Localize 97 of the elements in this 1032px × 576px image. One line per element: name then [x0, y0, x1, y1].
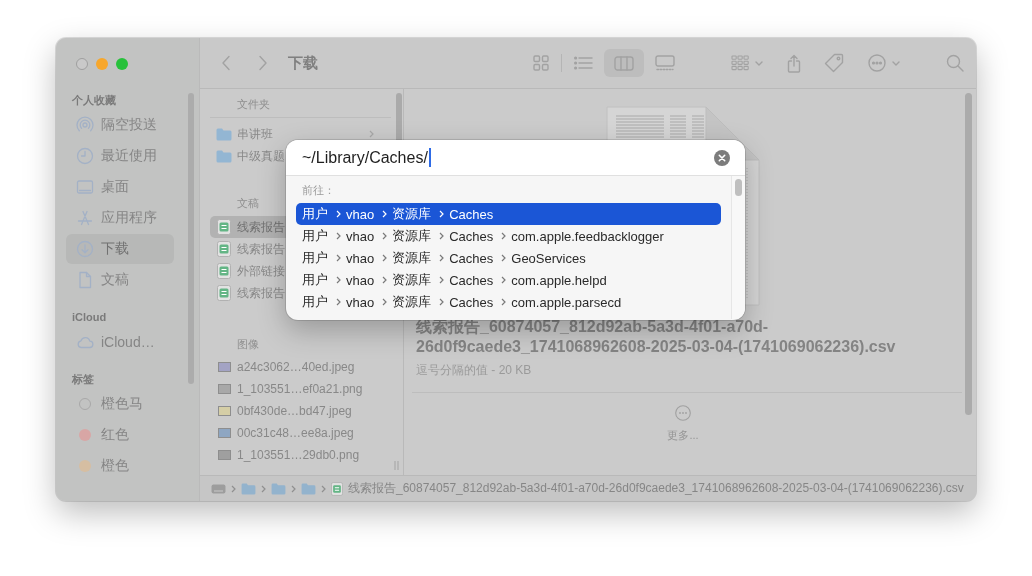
gallery-icon	[655, 55, 675, 71]
chevron-right-icon	[439, 254, 445, 262]
more-icon	[868, 54, 886, 72]
document-icon	[76, 271, 94, 289]
chevron-right-icon	[382, 210, 388, 218]
file-row[interactable]: 1_103551…ef0a21.png	[210, 378, 364, 400]
columns-icon	[614, 55, 634, 71]
chevron-right-icon	[501, 232, 507, 240]
spreadsheet-file-icon	[217, 263, 231, 279]
file-row[interactable]: 00c31c48…ee8a.jpeg	[210, 422, 355, 444]
scrollbar-thumb[interactable]	[965, 93, 972, 415]
chevron-right-icon	[291, 484, 296, 493]
chevron-right-icon	[336, 254, 341, 262]
chevron-right-icon	[439, 210, 445, 218]
chevron-right-icon	[382, 254, 388, 262]
sidebar-heading: 标签	[72, 372, 94, 387]
close-button[interactable]	[76, 58, 88, 70]
chevron-right-icon	[439, 276, 445, 284]
chevron-right-icon	[501, 254, 507, 262]
grid-icon	[533, 55, 549, 71]
sidebar-item[interactable]: 桌面	[66, 172, 174, 202]
file-row[interactable]: 中级真题	[210, 145, 286, 167]
zoom-button[interactable]	[116, 58, 128, 70]
chevron-right-icon	[336, 276, 341, 284]
scrollbar-thumb[interactable]	[735, 179, 742, 196]
chevron-right-icon	[258, 55, 268, 71]
clear-button[interactable]	[714, 149, 730, 166]
file-row[interactable]: 1_103551…29db0.png	[210, 444, 361, 466]
chevron-down-icon	[892, 60, 900, 66]
chevron-right-icon	[382, 232, 388, 240]
chevron-right-icon	[321, 484, 326, 493]
chevron-right-icon	[501, 276, 507, 284]
sidebar-item[interactable]: 橙色	[66, 451, 174, 481]
chevron-right-icon	[336, 210, 341, 218]
desktop-icon	[76, 178, 94, 196]
folder-icon	[271, 482, 286, 495]
folder-icon	[216, 127, 232, 141]
sidebar-item[interactable]: 隔空投送	[66, 110, 174, 140]
file-row[interactable]: 线索报告	[210, 238, 286, 260]
spreadsheet-file-icon	[331, 481, 343, 496]
file-row[interactable]: 串讲班	[210, 123, 391, 145]
path-item[interactable]	[241, 482, 256, 495]
chevron-right-icon	[382, 298, 388, 306]
sidebar-item[interactable]: 橙色马	[66, 389, 174, 419]
sidebar-heading: iCloud	[72, 310, 107, 325]
sidebar-heading: 个人收藏	[72, 93, 116, 108]
section-label: 前往：	[302, 182, 335, 197]
path-item[interactable]	[301, 482, 316, 495]
chevron-right-icon	[231, 484, 236, 493]
path-item[interactable]: 线索报告_60874057_812d92ab-5a3d-4f01-a70d-26d0f9caede3_1741068962608-2025-03-04-(1741069062236).csv	[331, 480, 964, 497]
sidebar-item[interactable]: 应用程序	[66, 203, 174, 233]
spreadsheet-file-icon	[217, 285, 231, 301]
suggestion-row[interactable]: 用户 vhao 资源库 Caches com.apple.feedbacklogger	[296, 225, 721, 247]
spreadsheet-file-icon	[217, 219, 231, 235]
chevron-right-icon	[501, 298, 507, 306]
suggestion-row[interactable]: 用户 vhao 资源库 Caches GeoServices	[296, 247, 721, 269]
share-icon	[787, 53, 801, 73]
file-row[interactable]: 线索报告	[210, 216, 286, 238]
folder-icon	[301, 482, 316, 495]
chevron-right-icon	[439, 298, 445, 306]
more-icon	[675, 405, 691, 421]
spreadsheet-file-icon	[217, 241, 231, 257]
minimize-button[interactable]	[96, 58, 108, 70]
chevron-left-icon	[221, 55, 231, 71]
sidebar-item[interactable]: iCloud…	[66, 327, 174, 357]
text-cursor-icon	[428, 148, 431, 167]
file-row[interactable]: 0bf430de…bd47.jpeg	[210, 400, 353, 422]
folder-icon	[241, 482, 256, 495]
window-title: 下载	[288, 53, 318, 73]
sidebar-item[interactable]: 下载	[66, 234, 174, 264]
sidebar-item[interactable]: 文稿	[66, 265, 174, 295]
path-item[interactable]	[271, 482, 286, 495]
sidebar-item[interactable]: 最近使用	[66, 141, 174, 171]
suggestion-row[interactable]: 用户 vhao 资源库 Caches com.apple.helpd	[296, 269, 721, 291]
search-icon	[946, 54, 964, 72]
apps-icon	[76, 209, 94, 227]
file-row[interactable]: 线索报告	[210, 282, 286, 304]
folder-icon	[216, 149, 232, 163]
group-icon	[731, 55, 749, 71]
view-mode-button[interactable]	[604, 49, 644, 77]
chevron-down-icon	[755, 60, 763, 66]
clear-icon	[714, 149, 730, 166]
chevron-right-icon	[336, 232, 341, 240]
chevron-right-icon	[382, 276, 388, 284]
suggestion-row[interactable]: 用户 vhao 资源库 Caches com.apple.parsecd	[296, 291, 721, 313]
sidebar-item[interactable]: 红色	[66, 420, 174, 450]
suggestion-row[interactable]: 用户 vhao 资源库 Caches	[296, 203, 721, 225]
chevron-right-icon	[336, 298, 341, 306]
file-row[interactable]: a24c3062…40ed.jpeg	[210, 356, 356, 378]
list-icon	[573, 56, 593, 70]
chevron-right-icon	[261, 484, 266, 493]
clock-icon	[76, 147, 94, 165]
airdrop-icon	[76, 116, 94, 134]
file-row[interactable]: 外部链接	[210, 260, 286, 282]
chevron-right-icon	[439, 232, 445, 240]
tag-icon	[824, 53, 844, 73]
path-item[interactable]	[211, 482, 226, 495]
